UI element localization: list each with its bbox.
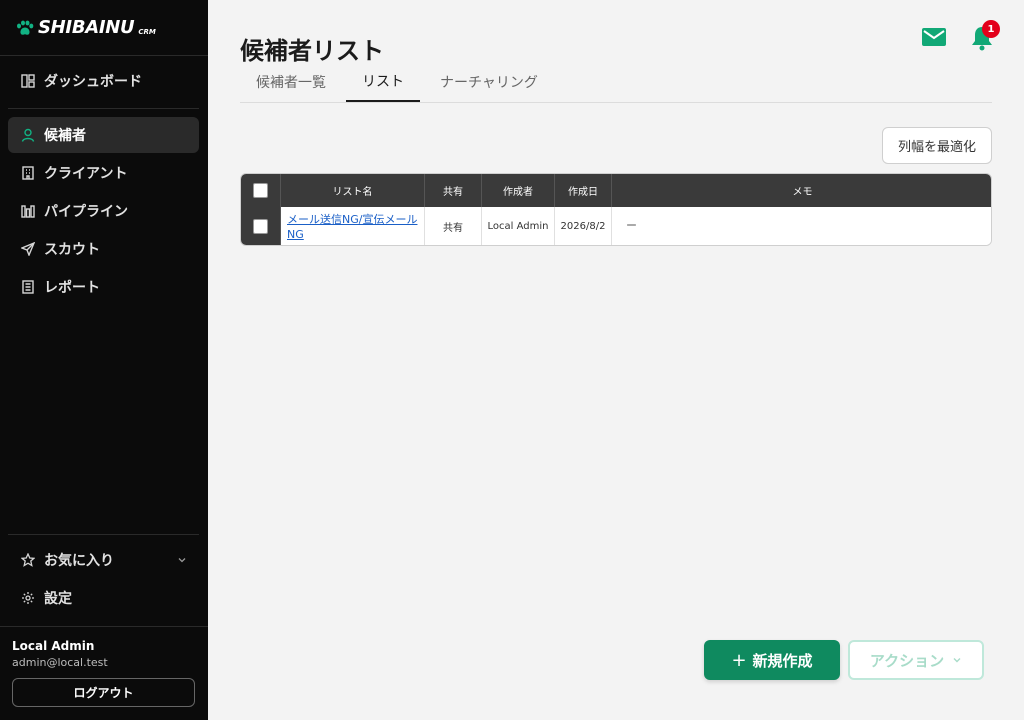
sidebar-item-label: パイプライン — [44, 204, 128, 220]
new-create-label: 新規作成 — [752, 651, 813, 670]
tab-bar: 候補者一覧 リスト ナーチャリング — [240, 62, 992, 103]
created-date-cell: 2026/8/2 — [555, 207, 612, 245]
user-block: Local Admin admin@local.test ログアウト — [0, 626, 208, 707]
sidebar-item-clients[interactable]: クライアント — [8, 155, 199, 191]
sidebar-item-scout[interactable]: スカウト — [8, 231, 199, 267]
list-table: リスト名 共有 作成者 作成日 メモ メール送信NG/宣伝メールNG 共有 Lo… — [240, 173, 992, 246]
user-icon — [20, 127, 36, 143]
sidebar-item-label: スカウト — [44, 242, 100, 258]
paw-icon — [17, 20, 34, 35]
page-title: 候補者リスト — [240, 37, 384, 65]
notification-badge: 1 — [982, 20, 1000, 38]
logo[interactable]: SHIBAINU CRM — [0, 0, 208, 56]
column-header-shared[interactable]: 共有 — [425, 174, 482, 207]
tab-nurturing[interactable]: ナーチャリング — [424, 62, 554, 102]
sidebar-item-candidates[interactable]: 候補者 — [8, 117, 199, 153]
sidebar: SHIBAINU CRM ダッシュボード 候補者 クライアント パイプライン ス… — [0, 0, 208, 720]
row-checkbox[interactable] — [253, 219, 268, 234]
brand-name: SHIBAINU — [38, 17, 135, 38]
shared-cell: 共有 — [425, 207, 482, 245]
memo-cell: ー — [626, 219, 637, 232]
tab-candidate-list[interactable]: 候補者一覧 — [240, 62, 342, 102]
dashboard-icon — [20, 73, 36, 89]
list-name-link[interactable]: メール送信NG/宣伝メールNG — [281, 207, 425, 245]
creator-cell: Local Admin — [482, 207, 555, 245]
logout-button[interactable]: ログアウト — [12, 678, 195, 707]
building-icon — [20, 165, 36, 181]
mail-icon[interactable] — [921, 27, 947, 47]
select-all-checkbox[interactable] — [253, 183, 268, 198]
user-email: admin@local.test — [12, 656, 108, 669]
new-create-button[interactable]: + 新規作成 — [704, 640, 840, 680]
star-icon — [20, 552, 36, 568]
sidebar-item-report[interactable]: レポート — [8, 269, 199, 305]
sidebar-item-label: ダッシュボード — [44, 74, 142, 90]
sidebar-item-dashboard[interactable]: ダッシュボード — [8, 63, 199, 99]
user-name: Local Admin — [12, 639, 95, 653]
send-icon — [20, 241, 36, 257]
brand-suffix: CRM — [138, 27, 156, 36]
fit-columns-button[interactable]: 列幅を最適化 — [882, 127, 992, 164]
sidebar-divider — [8, 108, 199, 109]
header-checkbox-cell — [241, 174, 281, 207]
report-icon — [20, 279, 36, 295]
column-header-creator[interactable]: 作成者 — [482, 174, 555, 207]
tab-list[interactable]: リスト — [346, 62, 420, 102]
row-checkbox-cell — [241, 207, 281, 245]
sidebar-item-label: 候補者 — [44, 128, 86, 144]
sidebar-item-label: クライアント — [44, 166, 128, 182]
sidebar-item-settings[interactable]: 設定 — [8, 580, 199, 616]
sidebar-divider — [8, 534, 199, 535]
action-dropdown-button[interactable]: アクション — [848, 640, 984, 680]
table-header: リスト名 共有 作成者 作成日 メモ — [241, 174, 991, 207]
sidebar-item-label: 設定 — [44, 591, 72, 607]
column-header-memo[interactable]: メモ — [612, 174, 991, 207]
sidebar-item-label: お気に入り — [44, 553, 114, 569]
sidebar-item-favorites[interactable]: お気に入り — [8, 542, 199, 578]
pipeline-icon — [20, 203, 36, 219]
column-header-created[interactable]: 作成日 — [555, 174, 612, 207]
column-header-list-name[interactable]: リスト名 — [281, 174, 425, 207]
action-label: アクション — [869, 651, 945, 670]
chevron-down-icon — [953, 658, 961, 663]
chevron-down-icon — [178, 558, 186, 563]
plus-icon: + — [731, 649, 747, 671]
table-row: メール送信NG/宣伝メールNG 共有 Local Admin 2026/8/2 … — [241, 207, 991, 245]
gear-icon — [20, 590, 36, 606]
sidebar-item-pipeline[interactable]: パイプライン — [8, 193, 199, 229]
sidebar-item-label: レポート — [44, 280, 100, 296]
